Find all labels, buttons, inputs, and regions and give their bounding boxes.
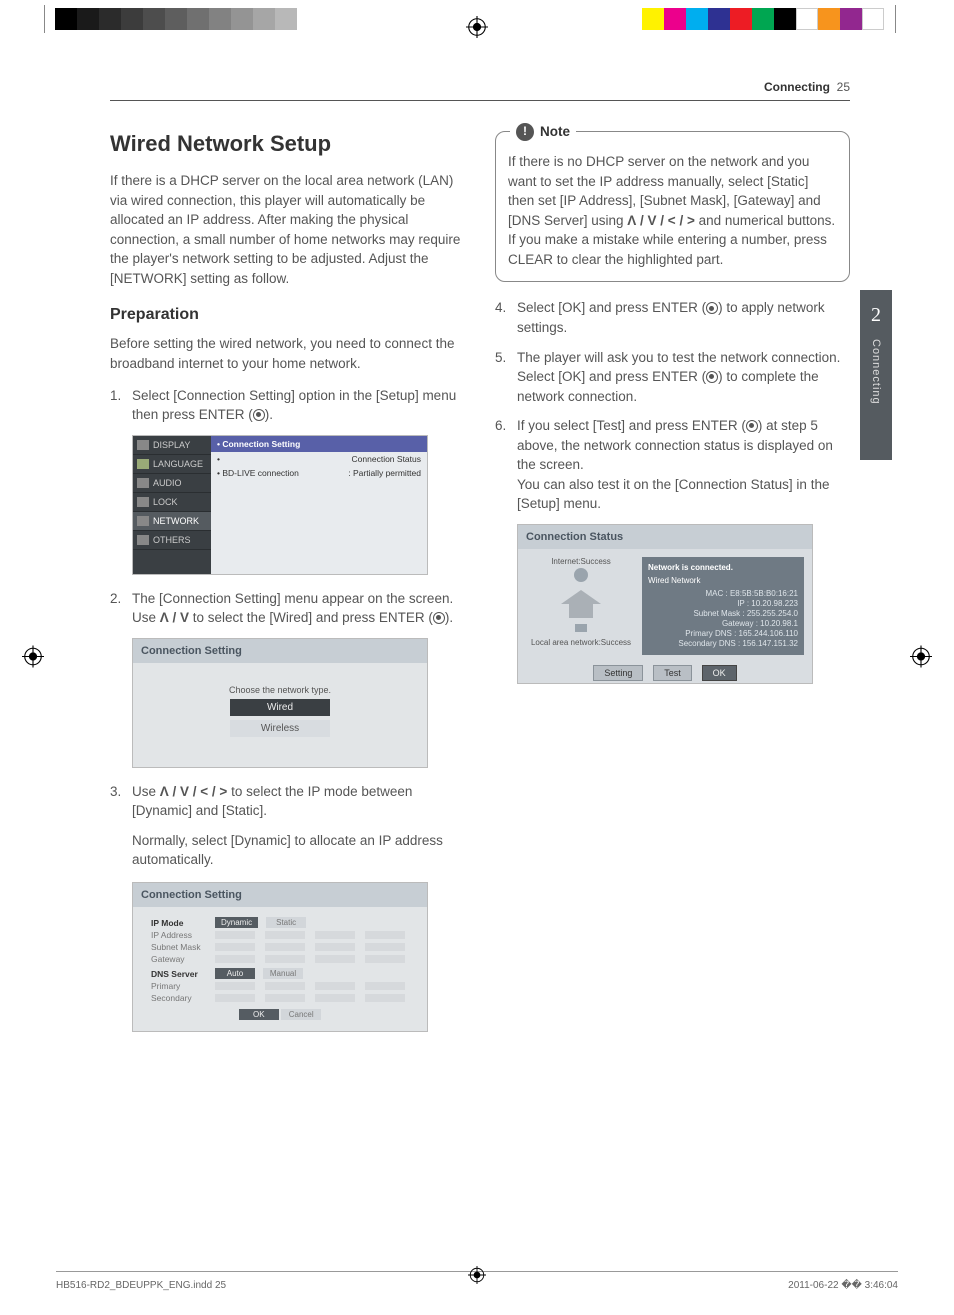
selected-item: • Connection Setting: [211, 436, 427, 452]
display-icon: [137, 440, 149, 450]
left-column: Wired Network Setup If there is a DHCP s…: [110, 131, 465, 1046]
note-label: ! Note: [510, 122, 576, 142]
dialog-title: Connection Status: [518, 525, 812, 549]
registration-mark-icon: [910, 645, 932, 670]
screenshot-ip-mode: Connection Setting IP ModeDynamicStatic …: [132, 882, 428, 1032]
intro-text: If there is a DHCP server on the local a…: [110, 171, 465, 288]
ok-button: OK: [702, 665, 737, 681]
page-footer: HB516-RD2_BDEUPPK_ENG.indd 25 2011-06-22…: [56, 1271, 898, 1291]
screenshot-network-type: Connection Setting Choose the network ty…: [132, 638, 428, 768]
dialog-title: Connection Setting: [133, 883, 427, 907]
step-2: The [Connection Setting] menu appear on …: [110, 589, 465, 628]
audio-icon: [137, 478, 149, 488]
header-section: Connecting: [764, 80, 830, 94]
registration-mark-icon: [466, 16, 488, 41]
cancel-button: Cancel: [281, 1009, 321, 1020]
pc-icon: [566, 622, 596, 636]
screenshot-connection-status: Connection Status Internet:Success Local…: [517, 524, 813, 684]
network-icon: [137, 516, 149, 526]
grayscale-bar: [55, 8, 297, 30]
steps-list: Use Λ / V / < / > to select the IP mode …: [110, 782, 465, 821]
step-4: Select [OK] and press ENTER () to apply …: [495, 298, 850, 337]
option-wired: Wired: [230, 699, 330, 716]
right-column: ! Note If there is no DHCP server on the…: [495, 131, 850, 1046]
enter-icon: [746, 420, 758, 432]
setting-button: Setting: [593, 665, 643, 681]
registration-mark-icon: [22, 645, 44, 670]
step-5: The player will ask you to test the netw…: [495, 348, 850, 407]
dialog-title: Connection Setting: [133, 639, 427, 663]
footer-file: HB516-RD2_BDEUPPK_ENG.indd 25: [56, 1280, 226, 1291]
others-icon: [137, 535, 149, 545]
trim-mark: [895, 5, 896, 33]
steps-list: The [Connection Setting] menu appear on …: [110, 589, 465, 628]
header-page: 25: [837, 80, 850, 94]
screenshot-setup-menu: DISPLAY LANGUAGE AUDIO LOCK NETWORK OTHE…: [132, 435, 428, 575]
language-icon: [137, 459, 149, 469]
steps-list: Select [Connection Setting] option in th…: [110, 386, 465, 425]
chapter-tab: 2 Connecting: [860, 290, 892, 460]
option-wireless: Wireless: [230, 720, 330, 737]
status-internet: Internet:Success: [526, 557, 636, 566]
globe-icon: [566, 566, 596, 584]
section-title: Wired Network Setup: [110, 131, 465, 157]
dialog-prompt: Choose the network type.: [133, 685, 427, 695]
status-message: Network is connected.: [648, 563, 798, 572]
step-3-note: Normally, select [Dynamic] to allocate a…: [132, 831, 465, 870]
house-icon: [561, 590, 601, 618]
steps-list-cont: Select [OK] and press ENTER () to apply …: [495, 298, 850, 514]
trim-mark: [44, 5, 45, 33]
step-6: If you select [Test] and press ENTER () …: [495, 416, 850, 514]
setup-sidebar: DISPLAY LANGUAGE AUDIO LOCK NETWORK OTHE…: [133, 436, 211, 574]
lock-icon: [137, 497, 149, 507]
prep-text: Before setting the wired network, you ne…: [110, 334, 465, 373]
registration-mark-icon: [468, 1266, 486, 1287]
step-1: Select [Connection Setting] option in th…: [110, 386, 465, 425]
chapter-number: 2: [871, 304, 881, 327]
running-header: Connecting 25: [110, 80, 850, 101]
status-lan: Local area network:Success: [526, 638, 636, 647]
ok-button: OK: [239, 1009, 279, 1020]
enter-icon: [706, 371, 718, 383]
alert-icon: !: [516, 123, 534, 141]
chapter-label: Connecting: [870, 339, 882, 405]
test-button: Test: [653, 665, 692, 681]
footer-date: 2011-06-22 �� 3:46:04: [788, 1280, 898, 1291]
prep-title: Preparation: [110, 306, 465, 324]
note-box: ! Note If there is no DHCP server on the…: [495, 131, 850, 282]
page-body: Connecting 25 Wired Network Setup If the…: [110, 80, 850, 1046]
color-bar: [642, 8, 884, 30]
step-3: Use Λ / V / < / > to select the IP mode …: [110, 782, 465, 821]
enter-icon: [253, 409, 265, 421]
enter-icon: [706, 302, 718, 314]
enter-icon: [433, 612, 445, 624]
